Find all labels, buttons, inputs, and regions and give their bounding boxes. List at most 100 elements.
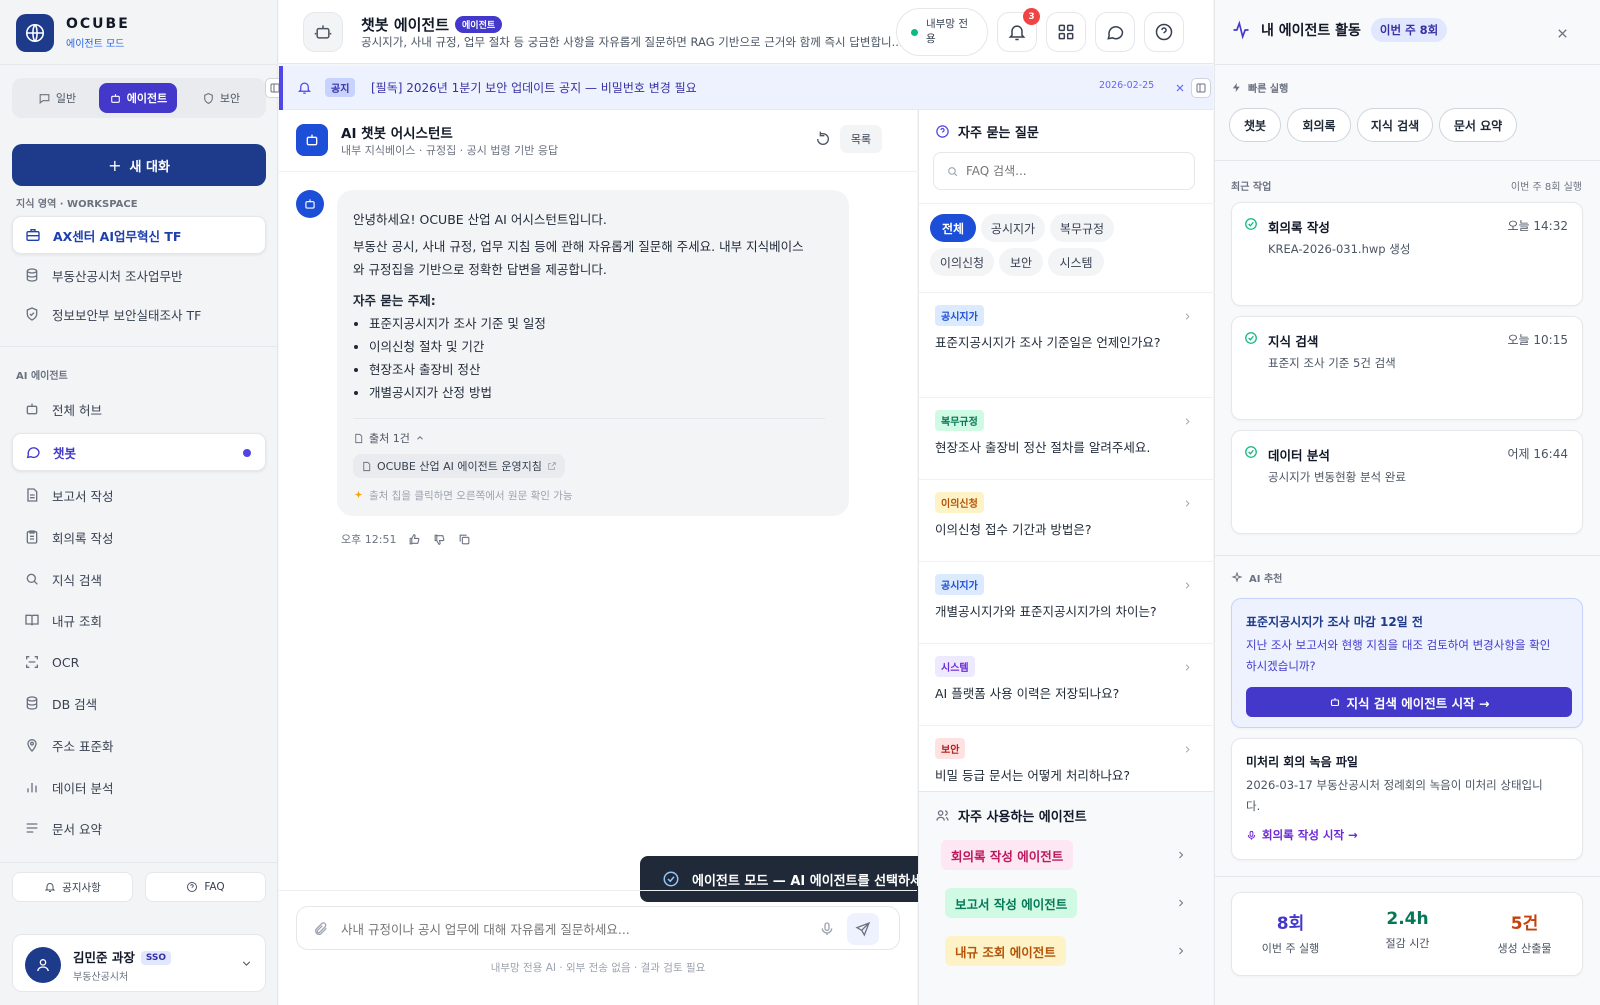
sidebar-item-regulation[interactable]: 내규 조회 bbox=[12, 601, 266, 639]
frequent-agent-report[interactable]: 보고서 작성 에이전트 bbox=[945, 888, 1078, 918]
divider bbox=[1215, 876, 1600, 877]
chevron-right-icon bbox=[1185, 746, 1190, 753]
faq-filter-system[interactable]: 시스템 bbox=[1048, 248, 1104, 276]
close-icon[interactable] bbox=[1174, 82, 1186, 94]
source-toggle[interactable]: 출처 1건 bbox=[353, 430, 425, 446]
source-chip[interactable]: OCUBE 산업 AI 에이전트 운영지침 bbox=[353, 454, 565, 478]
faq-filter-service[interactable]: 복무규정 bbox=[1050, 214, 1114, 242]
sidebar-item-analysis[interactable]: 데이터 분석 bbox=[12, 768, 266, 806]
chevron-right-icon[interactable] bbox=[1175, 897, 1187, 909]
chevron-right-icon bbox=[1185, 664, 1190, 671]
sidebar-item-chatbot[interactable]: 챗봇 bbox=[12, 433, 266, 471]
users-icon bbox=[936, 810, 949, 821]
chevron-right-icon[interactable] bbox=[1175, 945, 1187, 957]
thumbs-up-icon[interactable] bbox=[408, 533, 421, 546]
toggle-right-panel-button[interactable] bbox=[1191, 78, 1211, 98]
send-button[interactable] bbox=[847, 913, 879, 945]
sidebar-item-ocr[interactable]: OCR bbox=[12, 643, 266, 681]
faq-question: 개별공시지가와 표준지공시지가의 차이는? bbox=[935, 604, 1157, 619]
faq-tag: 복무규정 bbox=[935, 410, 984, 431]
faq-filter-security[interactable]: 보안 bbox=[999, 248, 1043, 276]
notice-text[interactable]: [필독] 2026년 1분기 보안 업데이트 공지 — 비밀번호 변경 필요 bbox=[371, 79, 697, 96]
agents-section-label: AI 에이전트 bbox=[16, 371, 68, 382]
faq-filter-all[interactable]: 전체 bbox=[930, 214, 976, 242]
quick-knowledge-button[interactable]: 지식 검색 bbox=[1357, 108, 1433, 142]
faq-question: 표준지공시지가 조사 기준일은 언제인가요? bbox=[935, 335, 1161, 350]
quick-summary-button[interactable]: 문서 요약 bbox=[1439, 108, 1517, 142]
app-logo[interactable] bbox=[16, 14, 54, 52]
microphone-icon bbox=[1247, 830, 1256, 840]
pending-recording-card: 미처리 회의 녹음 파일 2026-03-17 부동산공시처 정례회의 녹음이 … bbox=[1231, 738, 1583, 860]
apps-button[interactable] bbox=[1046, 12, 1086, 52]
notification-button[interactable]: 3 bbox=[997, 8, 1040, 52]
sidebar-item-address[interactable]: 주소 표준화 bbox=[12, 726, 266, 764]
quick-chatbot-button[interactable]: 챗봇 bbox=[1229, 108, 1281, 142]
faq-search-input[interactable] bbox=[966, 161, 1186, 181]
help-button[interactable] bbox=[1144, 12, 1184, 52]
thumbs-down-icon[interactable] bbox=[433, 533, 446, 546]
close-icon[interactable] bbox=[1555, 26, 1570, 41]
sidebar-item-report[interactable]: 보고서 작성 bbox=[12, 476, 266, 514]
workspace-item-appraisal[interactable]: 부동산공시처 조사업무반 bbox=[12, 256, 266, 294]
faq-tag: 공시지가 bbox=[935, 574, 984, 595]
mode-general-button[interactable]: 일반 bbox=[22, 83, 92, 113]
divider bbox=[0, 346, 278, 347]
notice-button[interactable]: 공지사항 bbox=[12, 872, 133, 902]
faq-item[interactable]: 공시지가 표준지공시지가 조사 기준일은 언제인가요? bbox=[919, 292, 1213, 397]
agent-avatar bbox=[303, 12, 343, 52]
workspace-item-security-tf[interactable]: 정보보안부 보안실태조사 TF bbox=[12, 295, 266, 333]
quick-minutes-button[interactable]: 회의록 bbox=[1287, 108, 1351, 142]
refresh-icon[interactable] bbox=[815, 131, 831, 147]
frequent-agent-minutes[interactable]: 회의록 작성 에이전트 bbox=[941, 840, 1074, 870]
start-knowledge-agent-button[interactable]: 지식 검색 에이전트 시작 → bbox=[1246, 687, 1572, 717]
new-chat-button[interactable]: + 새 대화 bbox=[12, 144, 266, 186]
copy-icon[interactable] bbox=[458, 533, 471, 546]
list-button[interactable]: 목록 bbox=[840, 125, 882, 153]
sidebar-item-hub[interactable]: 전체 허브 bbox=[12, 390, 266, 428]
faq-item[interactable]: 공시지가 개별공시지가와 표준지공시지가의 차이는? bbox=[919, 561, 1213, 643]
faq-search-box bbox=[933, 152, 1195, 190]
briefcase-icon bbox=[26, 229, 40, 241]
chat-bubble-icon bbox=[26, 447, 40, 459]
mode-security-button[interactable]: 보안 bbox=[184, 83, 258, 113]
document-icon bbox=[27, 488, 38, 502]
recent-task-card[interactable]: 회의록 작성 오늘 14:32 KREA-2026-031.hwp 생성 bbox=[1231, 202, 1583, 306]
sidebar-item-db[interactable]: DB 검색 bbox=[12, 684, 266, 722]
sidebar-item-minutes[interactable]: 회의록 작성 bbox=[12, 518, 266, 556]
recent-task-card[interactable]: 지식 검색 오늘 10:15 표준지 조사 기준 5건 검색 bbox=[1231, 316, 1583, 420]
chevron-up-icon bbox=[416, 436, 423, 440]
frequent-agent-regulation[interactable]: 내규 조회 에이전트 bbox=[945, 936, 1066, 966]
user-card[interactable]: 김민준 과장 SSO 부동산공시처 bbox=[12, 934, 266, 992]
sidebar-item-summary[interactable]: 문서 요약 bbox=[12, 809, 266, 847]
user-icon bbox=[37, 959, 49, 972]
faq-filter-objection[interactable]: 이의신청 bbox=[930, 248, 994, 276]
paperclip-icon[interactable] bbox=[313, 921, 329, 937]
chevron-down-icon[interactable] bbox=[240, 957, 253, 970]
page-title-row: 챗봇 에이전트 에이전트 bbox=[361, 14, 503, 35]
chat-input[interactable] bbox=[341, 917, 811, 941]
faq-item[interactable]: 복무규정 현장조사 출장비 정산 절차를 알려주세요. bbox=[919, 397, 1213, 479]
quick-label: 빠른 실행 bbox=[1248, 84, 1289, 95]
chevron-right-icon[interactable] bbox=[1175, 849, 1187, 861]
faq-button[interactable]: FAQ bbox=[145, 872, 266, 902]
microphone-icon[interactable] bbox=[819, 921, 835, 937]
robot-icon bbox=[305, 199, 315, 209]
sidebar-item-knowledge[interactable]: 지식 검색 bbox=[12, 560, 266, 598]
mode-agent-button[interactable]: 에이전트 bbox=[99, 83, 177, 113]
start-minutes-link[interactable]: 회의록 작성 시작 → bbox=[1246, 827, 1358, 843]
notice-accent bbox=[279, 66, 283, 110]
network-status[interactable]: 내부망 전용 bbox=[896, 8, 988, 56]
divider bbox=[1215, 555, 1600, 556]
workspace-item-ax[interactable]: AX센터 AI업무혁신 TF bbox=[12, 216, 266, 254]
check-circle-icon bbox=[1245, 332, 1257, 344]
faq-item[interactable]: 시스템 AI 플랫폼 사용 이력은 저장되나요? bbox=[919, 643, 1213, 725]
faq-item[interactable]: 이의신청 이의신청 접수 기간과 방법은? bbox=[919, 479, 1213, 561]
message-intro-1: 부동산 공시, 사내 규정, 업무 지침 등에 관해 자유롭게 질문해 주세요.… bbox=[353, 239, 804, 254]
recent-task-title: 지식 검색 bbox=[1268, 334, 1319, 349]
faq-filter-landprice[interactable]: 공시지가 bbox=[981, 214, 1045, 242]
recent-task-desc: 표준지 조사 기준 5건 검색 bbox=[1268, 356, 1396, 370]
frequent-agents-section: 자주 사용하는 에이전트 회의록 작성 에이전트 보고서 작성 에이전트 내규 … bbox=[919, 791, 1213, 1005]
recent-task-card[interactable]: 데이터 분석 어제 16:44 공시지가 변동현황 분석 완료 bbox=[1231, 430, 1583, 534]
faq-title-row: 자주 묻는 질문 bbox=[935, 122, 1039, 141]
messages-button[interactable] bbox=[1095, 12, 1135, 52]
